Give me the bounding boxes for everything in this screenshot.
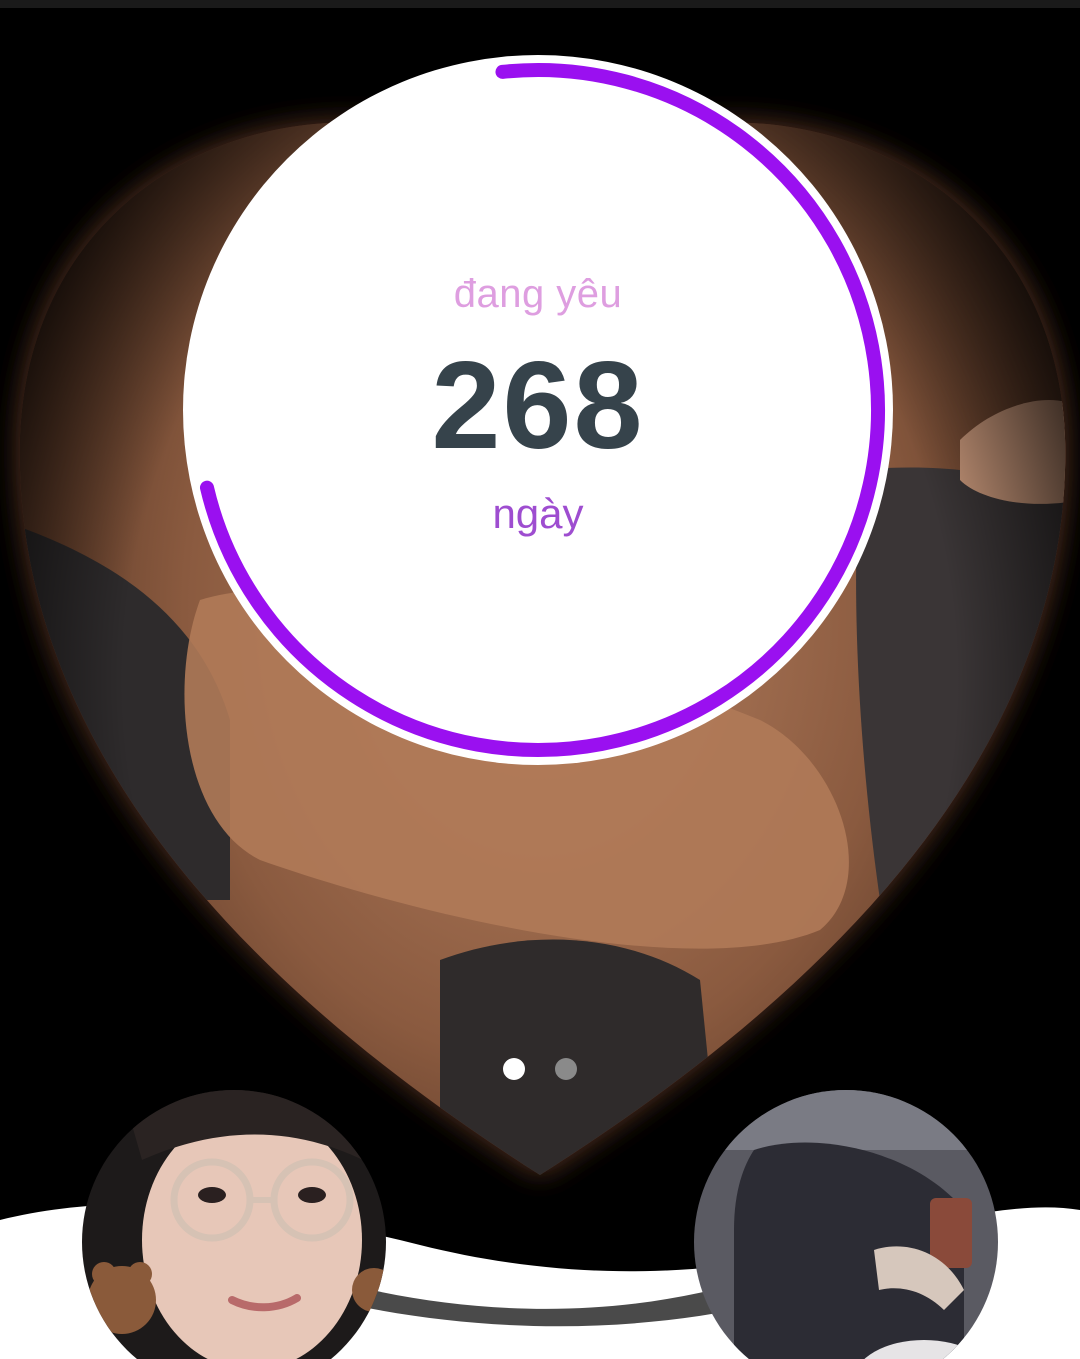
page-dot-1[interactable]	[503, 1058, 525, 1080]
status-bar-divider	[0, 0, 1080, 8]
love-counter-screen: đang yêu 268 ngày	[0, 0, 1080, 1359]
page-dot-2[interactable]	[555, 1058, 577, 1080]
days-count: 268	[431, 337, 645, 475]
days-unit: ngày	[492, 490, 584, 537]
page-indicator[interactable]	[500, 1056, 580, 1082]
counter-label: đang yêu	[453, 272, 623, 316]
love-counter: đang yêu 268 ngày	[178, 50, 898, 770]
